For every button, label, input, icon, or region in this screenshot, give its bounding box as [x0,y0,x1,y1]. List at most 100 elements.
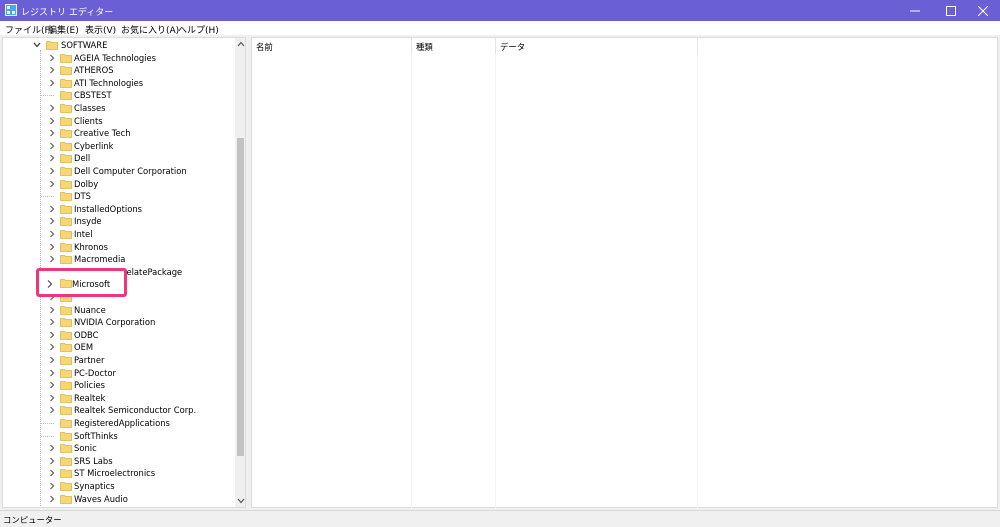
folder-icon [60,368,72,378]
tree-item[interactable]: RegisteredApplications [3,417,235,430]
tree-item[interactable]: ATHEROS [3,64,235,77]
tree-item[interactable]: OEM [3,341,235,354]
tree-item[interactable]: Waves Audio [3,493,235,506]
tree-item-label: Partner [74,355,105,365]
close-icon [978,5,988,16]
tree-item[interactable]: Macromedia [3,253,235,266]
menu-view[interactable]: 表示(V) [85,23,116,36]
tree-item[interactable]: Synaptics [3,480,235,493]
chevron-right-icon[interactable] [47,342,57,352]
chevron-right-icon[interactable] [47,141,57,151]
tree-item[interactable]: Intel [3,228,235,241]
tree-item[interactable]: AGEIA Technologies [3,52,235,65]
tree-item[interactable]: PC-Doctor [3,367,235,380]
chevron-right-icon[interactable] [47,216,57,226]
chevron-right-icon[interactable] [47,204,57,214]
tree-item-label: Realtek [74,392,106,403]
chevron-right-icon[interactable] [47,153,57,163]
chevron-right-icon[interactable] [47,405,57,415]
tree-item[interactable]: ODBC [3,329,235,342]
tree-connector [41,423,54,424]
tree-item[interactable]: InstalledOptions [3,203,235,216]
tree-scrollbar[interactable] [235,38,245,507]
chevron-right-icon[interactable] [47,368,57,378]
chevron-right-icon[interactable] [47,317,57,327]
chevron-right-icon[interactable] [47,242,57,252]
chevron-right-icon[interactable] [47,229,57,239]
tree-item[interactable]: Dolby [3,178,235,191]
tree-item[interactable]: Dell [3,152,235,165]
tree-item[interactable]: Realtek [3,392,235,405]
chevron-right-icon[interactable] [47,53,57,63]
tree-item-label: Intel [74,229,93,239]
tree-item-label: SRS Labs [74,455,113,466]
folder-icon [60,305,72,315]
chevron-down-icon[interactable] [32,40,42,50]
tree-item[interactable]: ATI Technologies [3,77,235,90]
tree-item-label: Nuance [74,304,106,315]
tree-item[interactable]: Dell Computer Corporation [3,165,235,178]
chevron-right-icon[interactable] [47,103,57,113]
chevron-right-icon[interactable] [46,279,54,289]
column-divider [495,54,496,509]
tree-item[interactable]: Policies [3,379,235,392]
chevron-right-icon[interactable] [47,254,57,264]
tree-item[interactable]: Partner [3,354,235,367]
tree-item[interactable]: Nuance [3,304,235,317]
chevron-right-icon[interactable] [47,443,57,453]
menu-file[interactable]: ファイル(F) [5,23,53,36]
chevron-right-icon[interactable] [47,481,57,491]
menu-help[interactable]: ヘルプ(H) [178,23,219,36]
chevron-right-icon[interactable] [47,494,57,504]
tree-item[interactable]: Classes [3,102,235,115]
minimize-button[interactable] [898,0,932,21]
tree-item-label: Macromedia [74,254,126,265]
scroll-down-button[interactable] [235,495,245,507]
chevron-right-icon[interactable] [47,456,57,466]
folder-icon [60,154,72,164]
chevron-right-icon[interactable] [47,468,57,478]
tree-item[interactable]: Sonic [3,442,235,455]
chevron-right-icon[interactable] [47,116,57,126]
chevron-right-icon[interactable] [47,330,57,340]
tree-item[interactable]: Insyde [3,215,235,228]
menu-edit[interactable]: 編集(E) [48,23,79,36]
scroll-up-button[interactable] [235,38,245,50]
tree-item[interactable]: Creative Tech [3,127,235,140]
chevron-right-icon[interactable] [47,166,57,176]
tree-item-label: DelatePackage [120,266,183,277]
scroll-thumb[interactable] [237,138,244,456]
column-header-type[interactable]: 種類 [412,38,496,54]
tree-item[interactable]: CBSTEST [3,89,235,102]
tree-item[interactable]: Realtek Semiconductor Corp. [3,404,235,417]
menu-favorites[interactable]: お気に入り(A) [121,23,179,36]
value-list[interactable]: 名前 種類 データ [251,37,998,509]
chevron-right-icon[interactable] [47,380,57,390]
column-header-data[interactable]: データ [496,38,698,54]
tree-item[interactable]: Khronos [3,241,235,254]
maximize-button[interactable] [934,0,968,21]
chevron-right-icon[interactable] [47,65,57,75]
tree-item-label: DTS [74,191,91,202]
column-header-name[interactable]: 名前 [252,38,412,54]
folder-icon [60,469,72,479]
close-button[interactable] [966,0,1000,21]
chevron-right-icon[interactable] [47,179,57,189]
tree-item[interactable]: SRS Labs [3,455,235,468]
tree-item-label: Cyberlink [74,140,114,151]
tree-item[interactable]: Cyberlink [3,140,235,153]
tree-item[interactable]: DTS [3,190,235,203]
tree-item[interactable]: NVIDIA Corporation [3,316,235,329]
highlighted-tree-item[interactable]: Microsoft [36,268,127,297]
chevron-right-icon[interactable] [47,355,57,365]
tree-item-root[interactable]: SOFTWARE [3,39,235,52]
chevron-down-icon [237,498,244,504]
chevron-right-icon[interactable] [47,128,57,138]
tree-item[interactable]: SoftThinks [3,430,235,443]
tree-item[interactable]: ST Microelectronics [3,467,235,480]
chevron-right-icon[interactable] [47,78,57,88]
tree-item[interactable]: Clients [3,115,235,128]
folder-icon [60,66,72,76]
chevron-right-icon[interactable] [47,305,57,315]
chevron-right-icon[interactable] [47,393,57,403]
